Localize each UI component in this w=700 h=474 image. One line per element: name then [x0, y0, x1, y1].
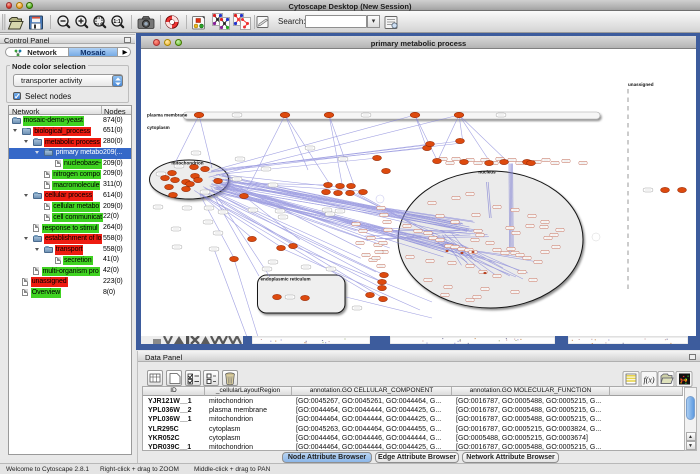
svg-text:endoplasmic reticulum: endoplasmic reticulum: [261, 276, 311, 281]
svg-text:nucleus: nucleus: [478, 170, 496, 175]
svg-text:cytoplasm: cytoplasm: [147, 125, 170, 130]
svg-text:unassigned: unassigned: [628, 82, 654, 87]
svg-text:mitochondrion: mitochondrion: [171, 161, 203, 166]
svg-text:plasma membrane: plasma membrane: [147, 112, 188, 117]
svg-text:1:1: 1:1: [113, 19, 120, 25]
svg-text:f(x): f(x): [643, 376, 654, 385]
